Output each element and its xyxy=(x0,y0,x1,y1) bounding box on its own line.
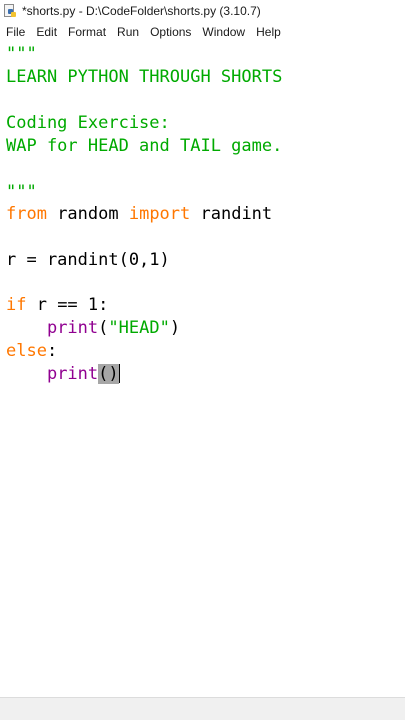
menu-format[interactable]: Format xyxy=(62,22,111,42)
code-token-plain: ( xyxy=(98,318,109,338)
code-token-plain: ) xyxy=(169,318,181,338)
code-token-builtin: print xyxy=(46,364,99,384)
code-token-plain: : xyxy=(46,341,58,361)
code-line: """ xyxy=(6,43,37,65)
code-token-plain: r = randint(0,1) xyxy=(6,250,170,270)
code-token-str: "HEAD" xyxy=(108,318,170,338)
code-token-kw: else xyxy=(6,341,47,361)
menu-options[interactable]: Options xyxy=(144,22,196,42)
code-line: LEARN PYTHON THROUGH SHORTS xyxy=(6,66,282,88)
code-token-str: """ xyxy=(6,182,37,202)
code-token-str: WAP for HEAD and TAIL game. xyxy=(6,136,283,156)
code-token-kw: from xyxy=(6,204,47,224)
menu-window[interactable]: Window xyxy=(196,22,250,42)
code-line: else: xyxy=(6,340,57,362)
code-token-plain: random xyxy=(46,204,129,224)
code-token-kw: import xyxy=(128,204,191,224)
status-bar xyxy=(0,697,405,720)
code-line: from random import randint xyxy=(6,203,272,225)
code-token-str: Coding Exercise: xyxy=(6,113,170,133)
text-cursor xyxy=(118,364,120,383)
code-line: WAP for HEAD and TAIL game. xyxy=(6,135,282,157)
menu-run[interactable]: Run xyxy=(111,22,144,42)
code-token-hl: () xyxy=(98,364,119,384)
code-token-builtin: print xyxy=(46,318,99,338)
code-token-plain: r == 1: xyxy=(26,295,109,315)
menu-file[interactable]: File xyxy=(0,22,30,42)
title-bar: *shorts.py - D:\CodeFolder\shorts.py (3.… xyxy=(0,0,405,22)
code-token-str: """ xyxy=(6,44,37,64)
menu-help[interactable]: Help xyxy=(250,22,286,42)
code-line: r = randint(0,1) xyxy=(6,249,170,271)
code-line: Coding Exercise: xyxy=(6,112,170,134)
menu-bar: File Edit Format Run Options Window Help xyxy=(0,22,405,42)
menu-edit[interactable]: Edit xyxy=(30,22,62,42)
code-line: print() xyxy=(6,363,120,385)
code-editor[interactable]: """ LEARN PYTHON THROUGH SHORTS Coding Exe… xyxy=(0,43,405,697)
code-line: if r == 1: xyxy=(6,294,108,316)
window-title: *shorts.py - D:\CodeFolder\shorts.py (3.… xyxy=(22,4,261,18)
code-token-kw: if xyxy=(6,295,27,315)
python-file-icon xyxy=(3,4,17,18)
code-line: print("HEAD") xyxy=(6,317,180,339)
code-token-plain: randint xyxy=(190,204,273,224)
code-token-str: LEARN PYTHON THROUGH SHORTS xyxy=(6,67,283,87)
code-line: """ xyxy=(6,181,37,203)
